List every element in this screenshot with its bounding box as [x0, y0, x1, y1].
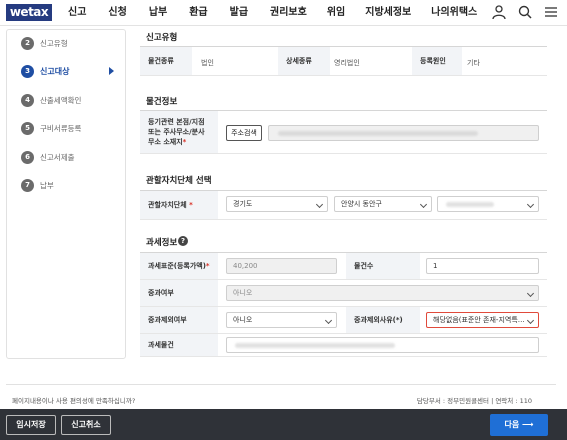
- address-label-text: 무소 소재지: [148, 138, 183, 146]
- chevron-down-icon: [315, 200, 324, 209]
- user-icon[interactable]: [491, 4, 507, 20]
- jurisdiction-label: 관할자치단체 *: [140, 191, 218, 219]
- menu-item-local-tax-info[interactable]: 지방세정보: [365, 0, 411, 26]
- step-label: 신고서제출: [40, 152, 75, 162]
- main-menu: 신고 신청 납부 환급 발급 권리보호 위임 지방세정보 나의위택스: [68, 0, 477, 26]
- heavy-exclude-select[interactable]: 아니오: [226, 312, 337, 328]
- city-value: 안양시 동안구: [341, 200, 382, 208]
- divider: [140, 75, 547, 76]
- divider: [140, 153, 547, 154]
- heavy-exclude-reason-select[interactable]: 해당없음(표준안 존재-지역특…: [426, 312, 539, 328]
- divider: [140, 356, 547, 357]
- next-button[interactable]: 다음 ⟶: [490, 414, 548, 436]
- tax-item-label: 과세물건: [140, 334, 218, 356]
- step-number: 2: [21, 36, 34, 50]
- tax-item-field[interactable]: [226, 337, 539, 353]
- tax-base-field: 40,200: [226, 258, 337, 274]
- step-label: 산출세액확인: [40, 95, 82, 105]
- tax-info-title: 과세정보: [146, 238, 178, 248]
- chevron-down-icon: [526, 289, 535, 298]
- step-number: 5: [21, 121, 34, 135]
- province-value: 경기도: [233, 200, 253, 208]
- report-type-title: 신고유형: [146, 33, 178, 43]
- bottom-action-bar: 임시저장 신고취소 다음 ⟶: [0, 409, 567, 440]
- divider: [140, 46, 547, 47]
- menu-icon[interactable]: [543, 4, 559, 20]
- feedback-question[interactable]: 페이지내용이나 사용 편의성에 만족하십니까?: [12, 395, 135, 405]
- registration-cause-label: 등록원인: [412, 47, 462, 75]
- step-sidebar: 2 신고유형 3 신고대상 4 산출세액확인 5 구비서류등록 6 신고서제출 …: [6, 29, 126, 359]
- step-label: 납부: [40, 180, 54, 190]
- menu-item-my-wetax[interactable]: 나의위택스: [431, 0, 477, 26]
- step-documents[interactable]: 5 구비서류등록: [21, 121, 81, 135]
- department-info: 담당부서 : 정부민원콜센터 | 연락처 : 110: [416, 397, 532, 405]
- step-payment[interactable]: 7 납부: [21, 178, 54, 192]
- step-report-type[interactable]: 2 신고유형: [21, 36, 68, 50]
- detail-kind-value: 영리법인: [334, 59, 360, 67]
- property-kind-label: 물건종류: [140, 47, 192, 75]
- step-tax-check[interactable]: 4 산출세액확인: [21, 93, 81, 107]
- address-label-line: 또는 주사무소/분사: [148, 128, 205, 136]
- property-info-title: 물건정보: [146, 97, 178, 107]
- chevron-down-icon: [526, 200, 535, 209]
- search-icon[interactable]: [517, 4, 533, 20]
- redacted-district: [446, 202, 494, 207]
- heavy-tax-select: 아니오: [226, 285, 539, 301]
- heavy-exclude-reason-label: 중과제외사유(*): [346, 307, 420, 333]
- chevron-down-icon: [324, 316, 333, 325]
- heavy-tax-value: 아니오: [233, 289, 253, 297]
- redacted-address: [278, 131, 478, 136]
- active-step-arrow-icon: [109, 67, 114, 75]
- step-number: 3: [21, 64, 34, 78]
- step-submit[interactable]: 6 신고서제출: [21, 150, 75, 164]
- menu-item-refund[interactable]: 환급: [189, 0, 207, 26]
- step-number: 7: [21, 178, 34, 192]
- address-search-button[interactable]: 주소검색: [226, 125, 262, 141]
- heavy-exclude-reason-value: 해당없음(표준안 존재-지역특…: [433, 316, 525, 324]
- menu-item-delegate[interactable]: 위임: [327, 0, 345, 26]
- wetax-logo[interactable]: wetax: [6, 4, 52, 21]
- cancel-report-button[interactable]: 신고취소: [61, 415, 111, 435]
- address-label-line: 무소 소재지*: [148, 138, 187, 146]
- menu-item-pay[interactable]: 납부: [149, 0, 167, 26]
- divider: [140, 219, 547, 220]
- menu-item-report[interactable]: 신고: [68, 0, 86, 26]
- step-label: 구비서류등록: [40, 123, 82, 133]
- step-label: 신고대상: [40, 66, 70, 76]
- top-navigation: wetax 신고 신청 납부 환급 발급 권리보호 위임 지방세정보 나의위택스: [0, 0, 567, 26]
- chevron-down-icon: [419, 200, 428, 209]
- address-label: 등기관련 본점/지점 또는 주사무소/분사 무소 소재지*: [140, 111, 218, 153]
- province-select[interactable]: 경기도: [226, 196, 328, 212]
- heavy-exclude-label: 중과제외여부: [140, 307, 218, 333]
- menu-item-apply[interactable]: 신청: [108, 0, 126, 26]
- jurisdiction-title: 관할자치단체 선택: [146, 176, 212, 186]
- redacted-tax-item: [235, 343, 395, 348]
- step-label: 신고유형: [40, 38, 68, 48]
- heavy-tax-label: 중과여부: [140, 280, 218, 306]
- menu-item-rights[interactable]: 권리보호: [270, 0, 307, 26]
- step-number: 6: [21, 150, 34, 164]
- step-report-target[interactable]: 3 신고대상: [21, 64, 69, 78]
- detail-kind-label: 상세종류: [278, 47, 330, 75]
- jurisdiction-label-text: 관할자치단체: [148, 201, 187, 209]
- registration-cause-value: 기타: [467, 59, 480, 67]
- heavy-exclude-value: 아니오: [233, 316, 253, 324]
- temp-save-button[interactable]: 임시저장: [6, 415, 56, 435]
- menu-item-issue[interactable]: 발급: [230, 0, 248, 26]
- step-number: 4: [21, 93, 34, 107]
- district-select[interactable]: [437, 196, 539, 212]
- tax-base-label: 과세표준(등록가액) *: [140, 253, 218, 279]
- count-label: 물건수: [346, 253, 420, 279]
- address-label-line: 등기관련 본점/지점: [148, 118, 205, 126]
- chevron-down-icon: [526, 316, 535, 325]
- help-icon[interactable]: ?: [178, 236, 188, 246]
- header-icons: [491, 4, 559, 20]
- property-kind-value: 법인: [201, 59, 214, 67]
- city-select[interactable]: 안양시 동안구: [334, 196, 432, 212]
- count-field[interactable]: 1: [426, 258, 539, 274]
- tax-base-label-text: 과세표준(등록가액): [148, 262, 206, 270]
